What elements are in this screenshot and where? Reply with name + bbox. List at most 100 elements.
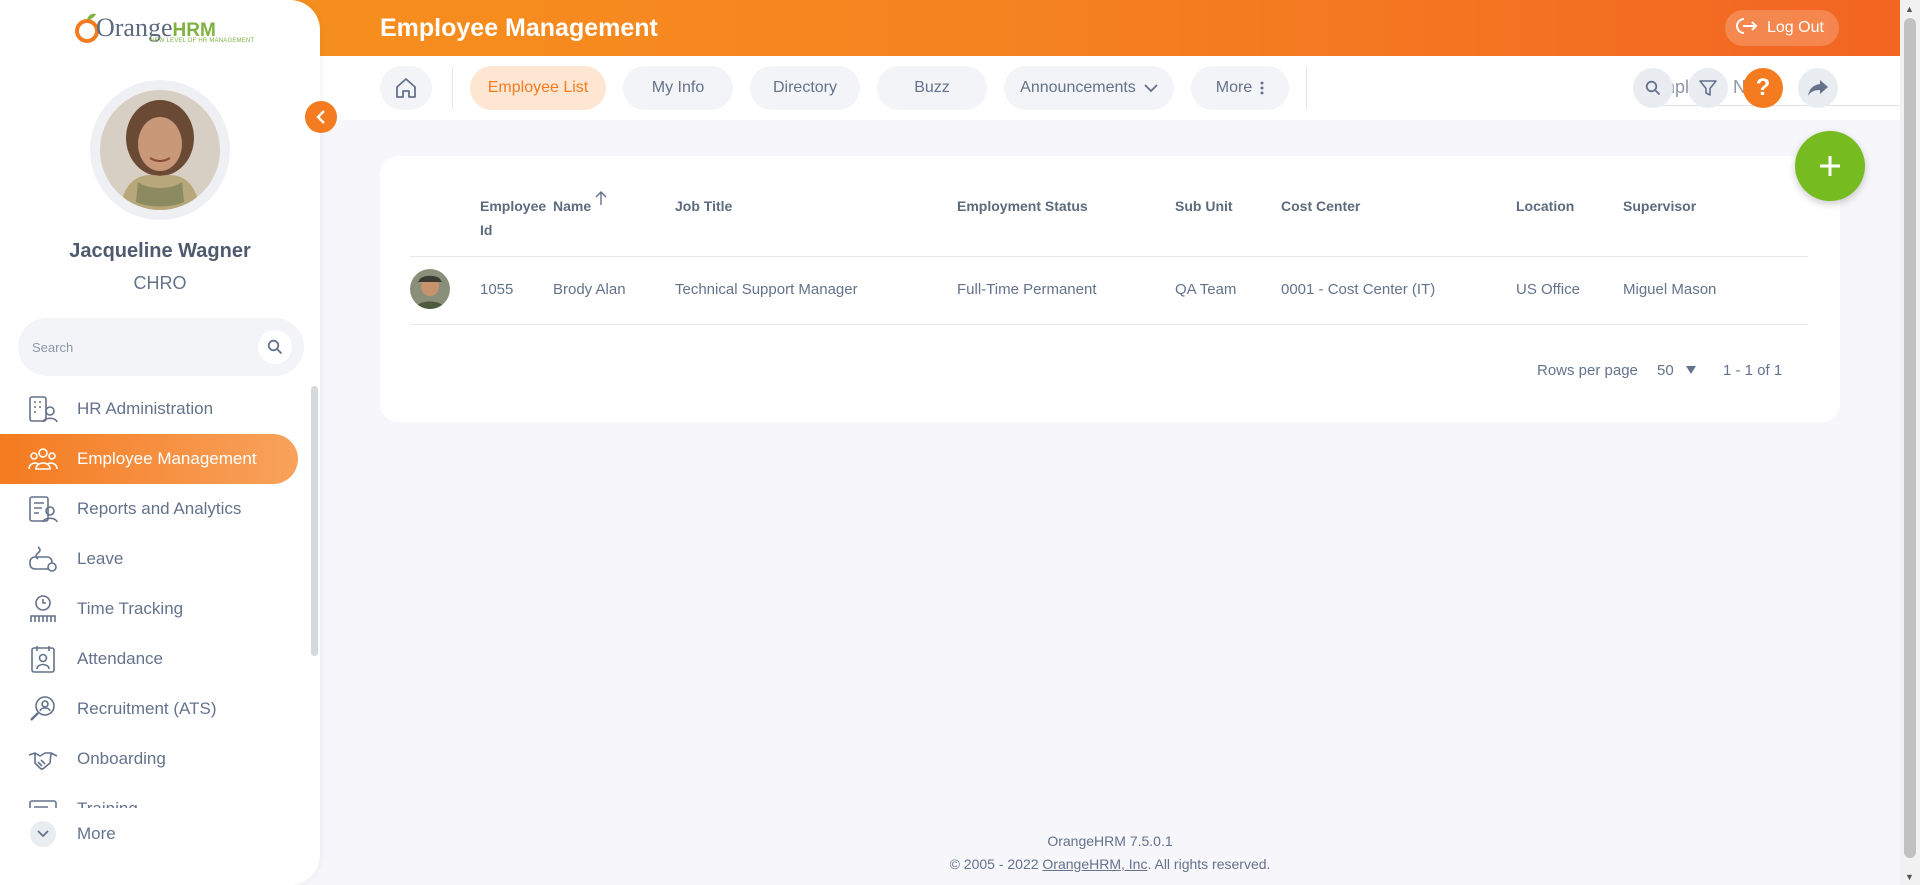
employee-avatar[interactable] bbox=[410, 269, 450, 309]
footer-company-link[interactable]: OrangeHRM, Inc bbox=[1042, 856, 1147, 872]
column-header-employee-id-line1: Employee bbox=[480, 198, 547, 214]
tab-more-label: More bbox=[1215, 79, 1253, 96]
cell-cost-center: 0001 - Cost Center (IT) bbox=[1281, 281, 1436, 298]
tab-directory[interactable]: Directory bbox=[750, 66, 860, 110]
recruitment-icon bbox=[30, 696, 55, 721]
footer-copyright-prefix: © 2005 - 2022 bbox=[949, 856, 1043, 872]
leave-icon bbox=[29, 546, 57, 572]
sidebar-menu: HR Administration Employee Management Re… bbox=[0, 384, 310, 808]
column-header-cost-center[interactable]: Cost Center bbox=[1281, 194, 1360, 218]
scroll-up-arrow-icon[interactable]: ▲ bbox=[1905, 4, 1914, 14]
scroll-down-arrow-icon[interactable]: ▼ bbox=[1905, 872, 1914, 882]
table-divider bbox=[410, 256, 1808, 257]
user-role: CHRO bbox=[133, 273, 187, 293]
sidebar-item-recruitment[interactable]: Recruitment (ATS) bbox=[0, 684, 310, 734]
page-title: Employee Management bbox=[380, 14, 658, 42]
collapse-sidebar-button[interactable] bbox=[305, 101, 337, 133]
search-icon bbox=[267, 339, 283, 355]
chevron-down-icon bbox=[1144, 84, 1158, 93]
user-photo bbox=[100, 90, 220, 210]
tab-employee-list[interactable]: Employee List bbox=[470, 66, 606, 110]
sidebar-item-label: Time Tracking bbox=[77, 599, 184, 618]
column-header-supervisor[interactable]: Supervisor bbox=[1623, 194, 1696, 218]
cell-supervisor: Miguel Mason bbox=[1623, 281, 1717, 298]
page-scrollbar[interactable]: ▲ ▼ bbox=[1900, 0, 1920, 885]
cell-job-title: Technical Support Manager bbox=[675, 281, 858, 298]
plus-icon bbox=[1820, 156, 1840, 176]
column-header-job-title[interactable]: Job Title bbox=[675, 194, 732, 218]
share-button[interactable] bbox=[1798, 68, 1838, 108]
rows-per-page-label: Rows per page bbox=[1537, 362, 1638, 379]
attendance-icon bbox=[31, 646, 55, 673]
reports-icon bbox=[29, 496, 58, 523]
sidebar-scrollbar[interactable] bbox=[311, 386, 318, 656]
sub-navigation: Employee List My Info Directory Buzz Ann… bbox=[320, 56, 1920, 120]
footer-version: OrangeHRM 7.5.0.1 bbox=[1047, 833, 1173, 849]
cell-name[interactable]: Brody Alan bbox=[553, 281, 626, 298]
sidebar-more-label: More bbox=[77, 824, 116, 843]
page-scrollbar-thumb[interactable] bbox=[1904, 18, 1916, 858]
column-header-sub-unit[interactable]: Sub Unit bbox=[1175, 194, 1233, 218]
column-header-employee-id[interactable]: Employee Id bbox=[480, 194, 546, 242]
tab-buzz[interactable]: Buzz bbox=[877, 66, 987, 110]
footer-copyright: © 2005 - 2022 OrangeHRM, Inc. All rights… bbox=[320, 856, 1900, 872]
sidebar-item-hr-administration[interactable]: HR Administration bbox=[0, 384, 310, 434]
cell-employment-status: Full-Time Permanent bbox=[957, 281, 1097, 298]
nav-divider bbox=[452, 68, 453, 108]
sidebar-more-button[interactable]: More bbox=[0, 809, 300, 859]
sidebar-item-onboarding[interactable]: Onboarding bbox=[0, 734, 310, 784]
sidebar-item-attendance[interactable]: Attendance bbox=[0, 634, 310, 684]
help-icon: ? bbox=[1755, 74, 1771, 101]
sidebar-item-training[interactable]: Training bbox=[0, 784, 310, 808]
sidebar-item-label: Recruitment (ATS) bbox=[77, 699, 217, 718]
time-tracking-icon bbox=[30, 595, 56, 622]
footer-copyright-suffix: . All rights reserved. bbox=[1147, 856, 1271, 872]
sidebar-item-leave[interactable]: Leave bbox=[0, 534, 310, 584]
logout-icon bbox=[1735, 16, 1759, 41]
filter-button[interactable] bbox=[1688, 68, 1728, 108]
sidebar-item-time-tracking[interactable]: Time Tracking bbox=[0, 584, 310, 634]
rows-per-page-select[interactable]: 50 bbox=[1657, 362, 1696, 379]
tab-my-info[interactable]: My Info bbox=[623, 66, 733, 110]
sidebar-item-label: Onboarding bbox=[77, 749, 166, 768]
home-button[interactable] bbox=[380, 66, 432, 110]
logout-label: Log Out bbox=[1767, 19, 1824, 36]
tab-announcements-label: Announcements bbox=[1020, 79, 1136, 96]
sidebar-item-label: Training bbox=[77, 799, 138, 808]
tab-announcements[interactable]: Announcements bbox=[1004, 66, 1174, 110]
sidebar-item-label: Employee Management bbox=[77, 449, 257, 468]
tab-more[interactable]: More bbox=[1191, 66, 1289, 110]
sidebar: OrangeHRM NEW LEVEL OF HR MANAGEMENT Jac… bbox=[0, 0, 320, 885]
sidebar-search-input[interactable] bbox=[32, 336, 252, 358]
user-name: Jacqueline Wagner bbox=[69, 240, 251, 262]
user-avatar[interactable] bbox=[90, 80, 230, 220]
training-icon bbox=[29, 800, 57, 808]
share-icon bbox=[1808, 80, 1828, 96]
search-icon bbox=[1645, 80, 1661, 96]
employee-management-icon bbox=[28, 448, 58, 470]
column-header-name[interactable]: Name bbox=[553, 191, 607, 218]
cell-location: US Office bbox=[1516, 281, 1580, 298]
logout-button[interactable]: Log Out bbox=[1725, 10, 1839, 46]
sidebar-item-label: Attendance bbox=[77, 649, 164, 668]
chevron-down-icon bbox=[30, 821, 56, 847]
help-button[interactable]: ? bbox=[1743, 68, 1783, 108]
sidebar-search bbox=[18, 318, 304, 376]
pagination-range: 1 - 1 of 1 bbox=[1723, 362, 1783, 379]
sidebar-item-employee-management[interactable]: Employee Management bbox=[0, 434, 298, 484]
column-header-location[interactable]: Location bbox=[1516, 194, 1574, 218]
column-header-employee-id-line2: Id bbox=[480, 222, 493, 238]
filter-icon bbox=[1699, 80, 1717, 96]
column-header-name-label: Name bbox=[553, 198, 592, 214]
sort-ascending-icon bbox=[595, 191, 607, 205]
sidebar-item-label: HR Administration bbox=[77, 399, 214, 418]
add-employee-button[interactable] bbox=[1795, 131, 1865, 201]
sidebar-search-button[interactable] bbox=[258, 330, 292, 364]
search-button[interactable] bbox=[1633, 68, 1673, 108]
onboarding-icon bbox=[28, 752, 58, 770]
column-header-employment-status[interactable]: Employment Status bbox=[957, 194, 1088, 218]
kebab-menu-icon bbox=[1260, 81, 1264, 95]
sidebar-item-reports-and-analytics[interactable]: Reports and Analytics bbox=[0, 484, 310, 534]
rows-per-page-value: 50 bbox=[1657, 362, 1674, 379]
table-divider bbox=[410, 324, 1808, 325]
